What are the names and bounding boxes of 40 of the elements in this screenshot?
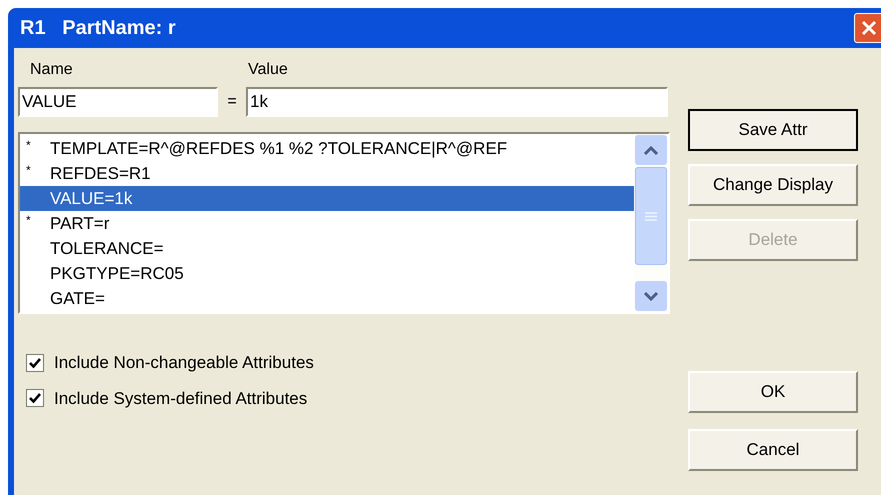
attribute-text: VALUE=1k <box>50 188 132 210</box>
attribute-row[interactable]: GATE= <box>20 286 634 311</box>
close-icon <box>860 19 878 37</box>
grip-icon <box>645 212 657 220</box>
dialog-button[interactable]: Cancel <box>688 429 858 471</box>
window-title: R1 PartName: r <box>20 16 176 41</box>
attribute-text: REFDES=R1 <box>50 162 151 185</box>
attribute-text: TOLERANCE= <box>50 238 164 260</box>
asterisk-marker: * <box>26 213 31 227</box>
checkmark-icon <box>29 356 41 369</box>
checkbox[interactable] <box>26 354 44 372</box>
scroll-up-button[interactable] <box>635 135 667 165</box>
attribute-row[interactable]: * REFDES=R1 <box>20 161 634 186</box>
close-button[interactable] <box>854 13 881 43</box>
checkmark-icon <box>29 392 41 404</box>
attribute-row[interactable]: VALUE=1k <box>20 186 634 211</box>
asterisk-marker: * <box>26 138 31 152</box>
attribute-row[interactable]: * TEMPLATE=R^@REFDES %1 %2 ?TOLERANCE|R^@REF <box>20 136 634 161</box>
equals-sign: = <box>226 92 238 112</box>
attribute-text: PKGTYPE=RC05 <box>50 262 184 285</box>
attribute-text: TEMPLATE=R^@REFDES %1 %2 ?TOLERANCE|R^@REF <box>50 138 508 160</box>
dialog-button[interactable]: OK <box>688 371 858 413</box>
dialog-button[interactable]: Save Attr <box>688 109 858 151</box>
attribute-text: PART=r <box>50 212 110 235</box>
name-label: Name <box>29 60 74 80</box>
name-field[interactable]: VALUE <box>18 87 218 117</box>
asterisk-marker: * <box>26 163 31 177</box>
attribute-row[interactable]: TOLERANCE= <box>20 236 634 261</box>
scroll-thumb[interactable] <box>635 167 667 265</box>
dialog-button[interactable]: Change Display <box>688 164 858 206</box>
checkbox[interactable] <box>26 389 44 408</box>
attribute-row[interactable]: PKGTYPE=RC05 <box>20 261 634 286</box>
attribute-row[interactable]: * PART=r <box>20 211 634 236</box>
attribute-text: GATE= <box>50 288 105 310</box>
value-input[interactable]: 1k <box>246 87 668 117</box>
checkbox-label: Include System-defined Attributes <box>54 388 308 410</box>
checkbox-label: Include Non-changeable Attributes <box>54 352 314 374</box>
scroll-down-button[interactable] <box>635 281 667 311</box>
value-label: Value <box>247 60 288 80</box>
scrollbar[interactable] <box>634 134 668 312</box>
